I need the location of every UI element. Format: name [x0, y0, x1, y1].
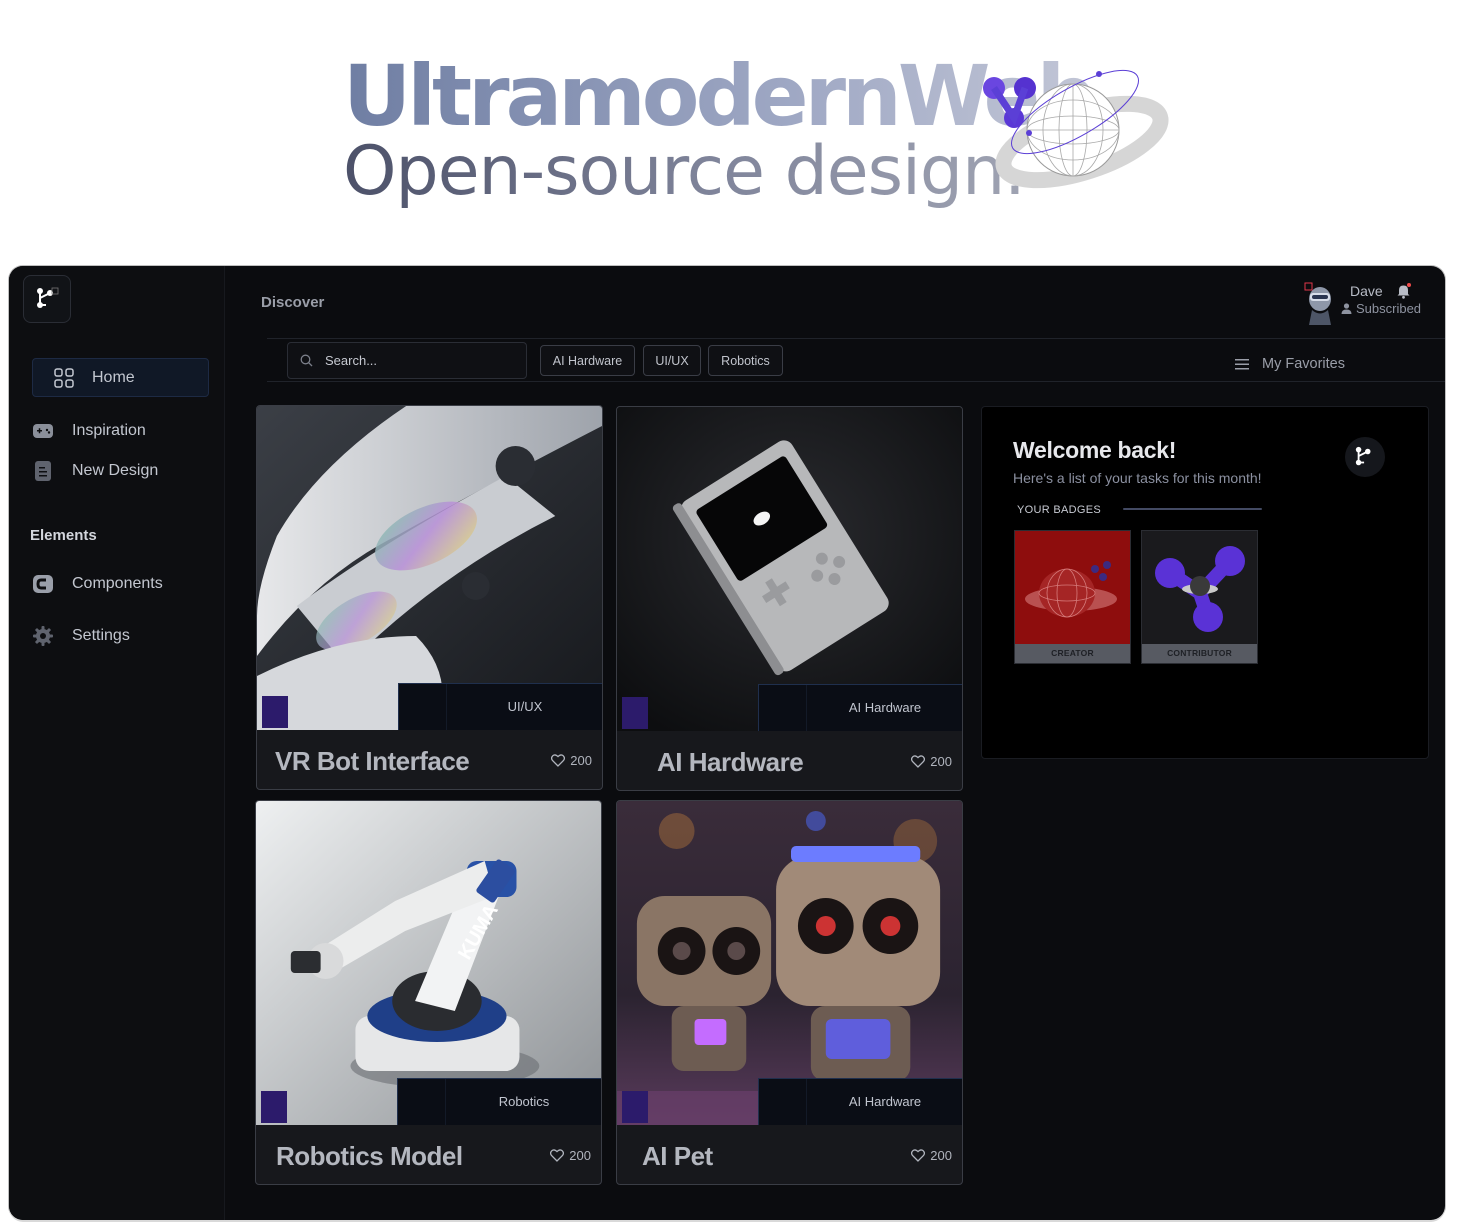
- hero-subtitle: Open-source design.: [343, 132, 1026, 211]
- my-favorites-label: My Favorites: [1262, 356, 1345, 372]
- app-window: Home Inspiration New Design Elements Com…: [9, 266, 1445, 1220]
- globe-icon: [1015, 531, 1130, 644]
- card-image-ai-pet: [617, 801, 962, 1125]
- app-logo[interactable]: [23, 275, 71, 323]
- filter-chip-robotics[interactable]: Robotics: [708, 345, 783, 376]
- card-tag: AI Hardware: [848, 1094, 922, 1109]
- grid-icon: [54, 367, 74, 388]
- welcome-logo: [1345, 437, 1385, 477]
- card-image-vr-bot: [257, 406, 602, 730]
- filter-chip-ui-ux[interactable]: UI/UX: [643, 345, 701, 376]
- card-title: AI Hardware: [657, 747, 804, 777]
- tag-swatch: [622, 697, 648, 729]
- subscription-status: Subscribed: [1341, 301, 1421, 316]
- component-icon: [33, 574, 53, 594]
- like-count-value: 200: [930, 754, 952, 769]
- card-title: VR Bot Interface: [275, 746, 470, 776]
- sidebar-item-new-design[interactable]: New Design: [33, 461, 158, 481]
- project-card[interactable]: KUMA Robotics Robotics Model 200: [255, 800, 602, 1185]
- card-tag-box: AI Hardware: [758, 684, 962, 731]
- gear-icon: [33, 626, 53, 646]
- search-input[interactable]: Search...: [287, 342, 527, 379]
- sidebar-item-settings[interactable]: Settings: [33, 626, 130, 646]
- project-card[interactable]: AI Hardware AI Pet 200: [616, 800, 963, 1185]
- user-icon: [1341, 303, 1352, 314]
- badge-label: CONTRIBUTOR: [1142, 644, 1257, 663]
- logo-icon: [1355, 446, 1371, 466]
- sidebar-item-label: New Design: [72, 462, 159, 479]
- badge-creator[interactable]: CREATOR: [1014, 530, 1131, 664]
- badges-divider: [1123, 508, 1262, 510]
- section-label-elements: Elements: [30, 527, 97, 544]
- document-icon: [33, 461, 53, 481]
- sidebar-item-label: Settings: [72, 627, 130, 644]
- project-card[interactable]: UI/UX VR Bot Interface 200: [256, 405, 603, 790]
- page-title: Discover: [261, 294, 325, 311]
- card-tag-box: UI/UX: [398, 683, 602, 730]
- filter-toolbar: Search... AI Hardware UI/UX Robotics My …: [267, 338, 1445, 382]
- card-tag: AI Hardware: [848, 700, 922, 715]
- tag-swatch: [261, 1091, 287, 1123]
- like-count[interactable]: 200: [911, 1148, 952, 1163]
- card-tag: Robotics: [498, 1094, 550, 1109]
- tag-swatch: [622, 1091, 648, 1123]
- globe-logo-icon: [983, 69, 1169, 189]
- welcome-subtitle: Here's a list of your tasks for this mon…: [1013, 470, 1262, 486]
- search-placeholder: Search...: [325, 353, 378, 368]
- like-count[interactable]: 200: [551, 753, 592, 768]
- heart-icon: [911, 1149, 926, 1162]
- user-name: Dave: [1350, 283, 1383, 299]
- avatar[interactable]: [1303, 281, 1337, 325]
- project-card[interactable]: AI Hardware AI Hardware 200: [616, 406, 963, 791]
- heart-icon: [911, 755, 926, 768]
- sidebar-item-label: Home: [92, 368, 135, 386]
- search-icon: [300, 354, 313, 367]
- my-favorites-button[interactable]: My Favorites: [1235, 356, 1345, 372]
- user-profile[interactable]: Dave Subscribed: [1303, 279, 1437, 327]
- hero-banner: UltramodernWeb Open-source design.: [0, 0, 1458, 240]
- sidebar-item-label: Inspiration: [72, 422, 146, 439]
- like-count-value: 200: [570, 753, 592, 768]
- notification-bell-icon[interactable]: [1397, 283, 1411, 299]
- card-image-ai-hardware: [617, 407, 962, 731]
- card-tag: UI/UX: [507, 699, 543, 714]
- menu-icon: [1235, 358, 1249, 369]
- card-tag-box: AI Hardware: [758, 1078, 962, 1125]
- tag-swatch: [262, 696, 288, 728]
- heart-icon: [551, 754, 566, 767]
- badge-label: CREATOR: [1015, 644, 1130, 663]
- like-count-value: 200: [930, 1148, 952, 1163]
- welcome-panel: Welcome back! Here's a list of your task…: [981, 406, 1429, 759]
- card-title: Robotics Model: [276, 1141, 463, 1171]
- badge-contributor[interactable]: CONTRIBUTOR: [1141, 530, 1258, 664]
- card-image-robotics: KUMA: [256, 801, 601, 1125]
- card-title: AI Pet: [642, 1141, 713, 1171]
- sidebar-item-label: Components: [72, 575, 163, 592]
- user-status-text: Subscribed: [1356, 301, 1422, 316]
- welcome-title: Welcome back!: [1013, 437, 1177, 463]
- gamepad-icon: [33, 421, 53, 441]
- badges-label: YOUR BADGES: [1017, 504, 1101, 516]
- heart-icon: [550, 1149, 565, 1162]
- sidebar: Home Inspiration New Design Elements Com…: [9, 266, 225, 1220]
- like-count[interactable]: 200: [911, 754, 952, 769]
- logo-icon: [37, 287, 59, 308]
- filter-chip-ai-hardware[interactable]: AI Hardware: [540, 345, 635, 376]
- like-count[interactable]: 200: [550, 1148, 591, 1163]
- card-tag-box: Robotics: [397, 1078, 601, 1125]
- sidebar-item-inspiration[interactable]: Inspiration: [33, 421, 146, 441]
- sidebar-item-home[interactable]: Home: [32, 358, 209, 397]
- sidebar-item-components[interactable]: Components: [33, 574, 163, 594]
- molecule-icon: [1142, 531, 1257, 644]
- like-count-value: 200: [569, 1148, 591, 1163]
